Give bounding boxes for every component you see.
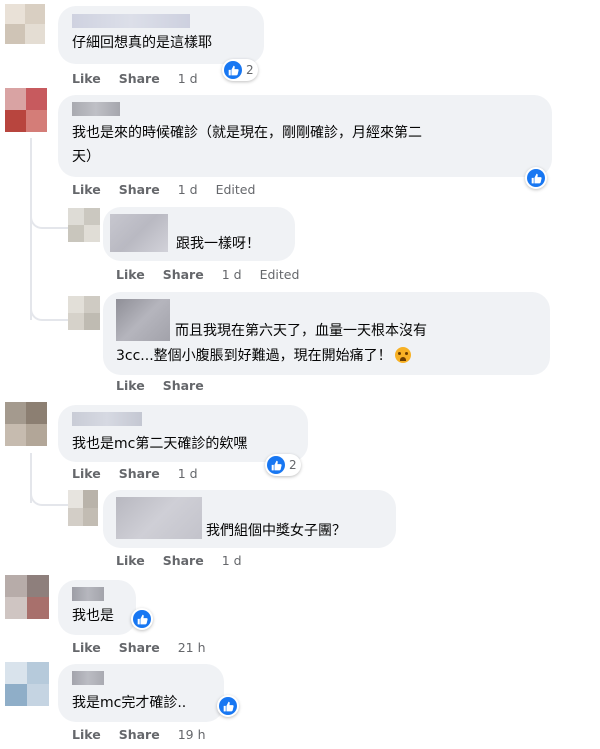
avatar[interactable]	[5, 4, 45, 44]
reaction-summary[interactable]: 2	[222, 59, 258, 81]
like-button[interactable]: Like	[72, 182, 101, 198]
edited-label[interactable]: Edited	[216, 182, 256, 198]
comment-actions: Like Share 1 d	[72, 466, 216, 482]
share-button[interactable]: Share	[119, 640, 160, 656]
comment-text-line1: 我也是來的時候確診（就是現在，剛剛確診，月經來第二	[72, 125, 422, 141]
reply-actions: Like Share 1 d Edited	[116, 267, 317, 283]
like-button[interactable]: Like	[116, 378, 145, 394]
commenter-name[interactable]	[116, 497, 202, 539]
avatar[interactable]	[5, 88, 47, 132]
comment-text: 我也是mc第二天確診的欸嘿	[72, 436, 248, 452]
commenter-name[interactable]	[72, 14, 190, 28]
avatar[interactable]	[5, 402, 47, 446]
share-button[interactable]: Share	[119, 71, 160, 87]
like-button[interactable]: Like	[116, 267, 145, 283]
commenter-name[interactable]	[72, 587, 104, 601]
like-icon	[527, 169, 545, 187]
reply-thread-curve	[30, 295, 72, 321]
like-button[interactable]: Like	[116, 553, 145, 569]
like-button[interactable]: Like	[72, 640, 101, 656]
share-button[interactable]: Share	[119, 466, 160, 482]
timestamp[interactable]: 21 h	[178, 640, 206, 656]
comment-text: 我也是	[72, 608, 114, 624]
share-button[interactable]: Share	[163, 378, 204, 394]
commenter-name[interactable]	[116, 299, 170, 341]
reaction-summary[interactable]	[131, 608, 153, 630]
reaction-summary[interactable]	[217, 695, 239, 717]
reply-text-line1: 而且我現在第六天了，血量一天根本沒有	[175, 323, 427, 339]
reaction-count: 2	[246, 63, 254, 77]
reaction-count: 2	[289, 458, 297, 472]
reply-thread-line	[30, 138, 32, 320]
comment-actions: Like Share 1 d	[72, 71, 216, 87]
avatar[interactable]	[68, 296, 100, 330]
comment-actions: Like Share 19 h	[72, 727, 224, 743]
reaction-summary[interactable]: 2	[265, 454, 301, 476]
timestamp[interactable]: 1 d	[222, 553, 242, 569]
comment-actions: Like Share 1 d Edited	[72, 182, 273, 198]
reply-thread-curve	[30, 480, 72, 506]
comment-text-line2: 天）	[72, 149, 100, 165]
timestamp[interactable]: 19 h	[178, 727, 206, 743]
comment-text: 仔細回想真的是這樣耶	[72, 35, 212, 51]
commenter-name[interactable]	[110, 214, 168, 252]
reply-text-line2-text: 3cc...整個小腹脹到好難過，現在開始痛了！	[116, 348, 392, 364]
share-button[interactable]: Share	[163, 267, 204, 283]
share-button[interactable]: Share	[119, 182, 160, 198]
reply-text: 我們組個中獎女子團？	[206, 523, 346, 539]
share-button[interactable]: Share	[163, 553, 204, 569]
share-button[interactable]: Share	[119, 727, 160, 743]
like-icon	[224, 61, 242, 79]
timestamp[interactable]: 1 d	[178, 182, 198, 198]
reply-text: 跟我一樣呀！	[176, 236, 260, 252]
commenter-name[interactable]	[72, 102, 120, 116]
commenter-name[interactable]	[72, 412, 142, 426]
timestamp[interactable]: 1 d	[178, 71, 198, 87]
comment-actions: Like Share 21 h	[72, 640, 224, 656]
like-icon	[219, 697, 237, 715]
edited-label[interactable]: Edited	[260, 267, 300, 283]
like-button[interactable]: Like	[72, 71, 101, 87]
avatar[interactable]	[5, 662, 49, 706]
reply-thread-curve	[30, 205, 72, 229]
reaction-summary[interactable]	[525, 167, 547, 189]
reply-text-line2: 3cc...整個小腹脹到好難過，現在開始痛了！	[116, 345, 411, 368]
like-button[interactable]: Like	[72, 466, 101, 482]
like-icon	[267, 456, 285, 474]
reply-actions: Like Share	[116, 378, 240, 394]
comment-text: 我是mc完才確診..	[72, 695, 187, 711]
commenter-name[interactable]	[72, 671, 104, 685]
like-button[interactable]: Like	[72, 727, 101, 743]
avatar[interactable]	[5, 575, 49, 619]
avatar[interactable]	[68, 490, 98, 526]
like-icon	[133, 610, 151, 628]
avatar[interactable]	[68, 208, 100, 242]
timestamp[interactable]: 1 d	[178, 466, 198, 482]
timestamp[interactable]: 1 d	[222, 267, 242, 283]
reply-actions: Like Share 1 d	[116, 553, 260, 569]
crying-face-emoji	[394, 347, 411, 363]
